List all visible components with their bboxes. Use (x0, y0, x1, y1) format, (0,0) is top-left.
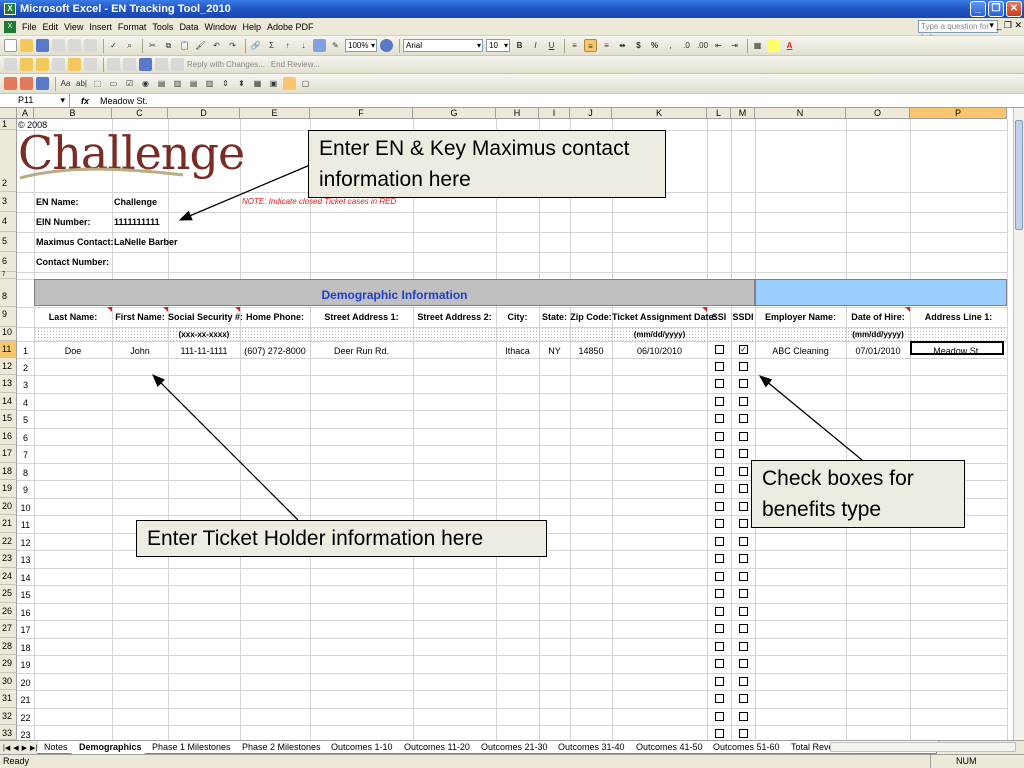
callout-benefits: Check boxes for benefits type (751, 460, 965, 528)
arrow-benefits (758, 375, 863, 461)
callout-en-contact: Enter EN & Key Maximus contact informati… (308, 130, 666, 198)
tab-outcomes-21-30[interactable]: Outcomes 21-30 (473, 741, 556, 754)
tab-phase-1-milestones[interactable]: Phase 1 Milestones (144, 741, 240, 754)
tab-outcomes-41-50[interactable]: Outcomes 41-50 (628, 741, 711, 754)
arrow-en-contact (178, 164, 311, 221)
tab-phase-2-milestones[interactable]: Phase 2 Milestones (234, 741, 329, 754)
last-tab-icon[interactable]: ▶| (30, 744, 37, 752)
tab-outcomes-1-10[interactable]: Outcomes 1-10 (323, 741, 402, 754)
tab-demographics[interactable]: Demographics (71, 741, 150, 754)
status-num-lock: NUM (930, 755, 980, 768)
first-tab-icon[interactable]: |◀ (3, 744, 10, 752)
arrow-ticket-holder (152, 374, 299, 521)
horizontal-scrollbar[interactable] (830, 742, 1016, 752)
tab-outcomes-11-20[interactable]: Outcomes 11-20 (396, 741, 479, 754)
tab-outcomes-51-60[interactable]: Outcomes 51-60 (705, 741, 789, 754)
vertical-scrollbar[interactable] (1013, 108, 1024, 740)
status-ready: Ready (3, 756, 30, 766)
next-tab-icon[interactable]: ▶ (22, 744, 27, 752)
tab-outcomes-31-40[interactable]: Outcomes 31-40 (550, 741, 634, 754)
scroll-thumb[interactable] (1015, 120, 1023, 230)
tab-notes[interactable]: Notes (36, 741, 77, 754)
tab-navigation[interactable]: |◀ ◀ ▶ ▶| (0, 744, 40, 752)
callout-arrows (152, 164, 863, 521)
prev-tab-icon[interactable]: ◀ (13, 744, 18, 752)
callout-ticket-holder: Enter Ticket Holder information here (136, 520, 547, 557)
status-bar: Ready NUM (0, 754, 1024, 768)
